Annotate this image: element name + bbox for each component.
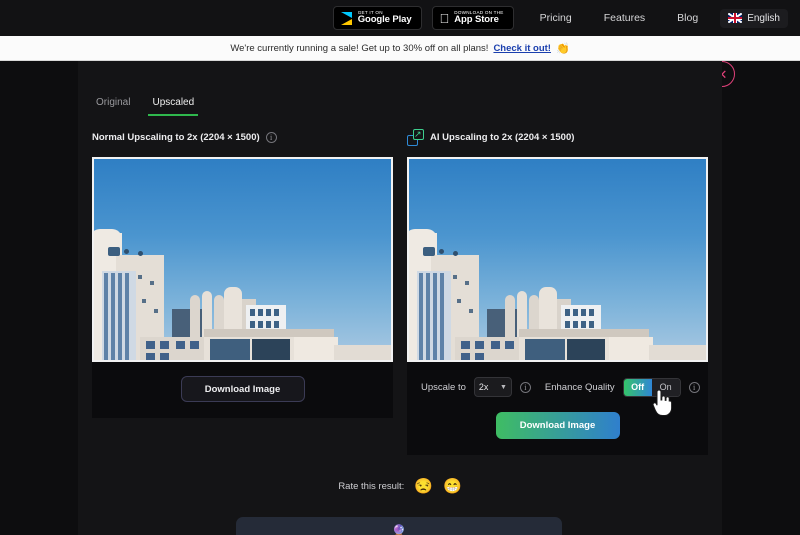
language-selector[interactable]: English	[720, 9, 788, 28]
normal-upscale-image	[92, 157, 393, 362]
sale-banner: We're currently running a sale! Get up t…	[0, 36, 800, 61]
uk-flag-icon	[728, 13, 742, 23]
enhance-quality-toggle[interactable]: Off On	[623, 378, 681, 397]
rate-result-row: Rate this result: 😒 😁	[78, 479, 722, 494]
google-play-badge[interactable]: GET IT ON Google Play	[333, 6, 422, 30]
normal-upscale-panel: Download Image	[92, 157, 393, 418]
app-store-badge[interactable]:  Download on the App Store	[432, 6, 514, 30]
page-root: GET IT ON Google Play  Download on the …	[0, 0, 800, 535]
ai-upscale-panel: Upscale to 2x ▼ i Enhance Quality Off On…	[407, 157, 708, 455]
upscale-to-label: Upscale to	[421, 382, 466, 393]
ai-download-wrap: Download Image	[407, 412, 708, 455]
bottom-promo-card[interactable]: 🔮	[236, 517, 562, 535]
clap-emoji-icon: 👏	[556, 42, 570, 55]
rate-bad-emoji-icon[interactable]: 😒	[414, 479, 433, 494]
result-tabs: Original Upscaled	[92, 95, 198, 116]
info-icon-upscale[interactable]: i	[520, 382, 531, 393]
ai-upscale-header: ↗ AI Upscaling to 2x (2204 × 1500)	[407, 127, 708, 147]
language-label: English	[747, 13, 780, 24]
sparkle-icon: 🔮	[392, 526, 406, 535]
ai-upscale-column: ↗ AI Upscaling to 2x (2204 × 1500)	[407, 127, 708, 455]
chevron-down-icon: ▼	[500, 384, 507, 391]
enhance-quality-label: Enhance Quality	[545, 382, 615, 393]
sale-banner-link[interactable]: Check it out!	[493, 43, 551, 54]
enhance-toggle-on-segment[interactable]: On	[652, 379, 680, 396]
apple-icon: 	[440, 12, 450, 25]
tab-upscaled[interactable]: Upscaled	[148, 95, 198, 116]
rate-good-emoji-icon[interactable]: 😁	[443, 479, 462, 494]
ai-upscale-icon: ↗	[407, 129, 424, 146]
upscale-factor-select[interactable]: 2x ▼	[474, 377, 512, 397]
normal-upscale-title: Normal Upscaling to 2x (2204 × 1500)	[92, 132, 260, 143]
nav-link-features[interactable]: Features	[588, 12, 661, 24]
comparison-columns: Normal Upscaling to 2x (2204 × 1500) i	[92, 127, 708, 455]
ai-upscale-image	[407, 157, 708, 362]
tab-original[interactable]: Original	[92, 95, 134, 116]
normal-upscale-header: Normal Upscaling to 2x (2204 × 1500) i	[92, 127, 393, 147]
upscale-result-modal: Original Upscaled Normal Upscaling to 2x…	[78, 61, 722, 535]
upscale-controls: Upscale to 2x ▼ i Enhance Quality Off On…	[421, 376, 708, 398]
enhance-toggle-off-segment[interactable]: Off	[624, 379, 652, 396]
top-navigation: GET IT ON Google Play  Download on the …	[0, 0, 800, 36]
normal-upscale-column: Normal Upscaling to 2x (2204 × 1500) i	[92, 127, 393, 455]
upscale-factor-value: 2x	[479, 382, 489, 392]
ai-upscale-title: AI Upscaling to 2x (2204 × 1500)	[430, 132, 574, 143]
google-play-label: Google Play	[358, 15, 412, 25]
nav-link-pricing[interactable]: Pricing	[524, 12, 588, 24]
google-play-icon	[341, 12, 353, 25]
info-icon-enhance[interactable]: i	[689, 382, 700, 393]
nav-link-blog[interactable]: Blog	[661, 12, 714, 24]
download-image-button-ai[interactable]: Download Image	[496, 412, 620, 439]
rate-result-label: Rate this result:	[338, 481, 404, 492]
sale-banner-text: We're currently running a sale! Get up t…	[230, 43, 488, 54]
download-image-button-normal[interactable]: Download Image	[181, 376, 305, 402]
normal-download-wrap: Download Image	[92, 376, 393, 418]
app-store-label: App Store	[454, 15, 503, 25]
info-icon[interactable]: i	[266, 132, 277, 143]
